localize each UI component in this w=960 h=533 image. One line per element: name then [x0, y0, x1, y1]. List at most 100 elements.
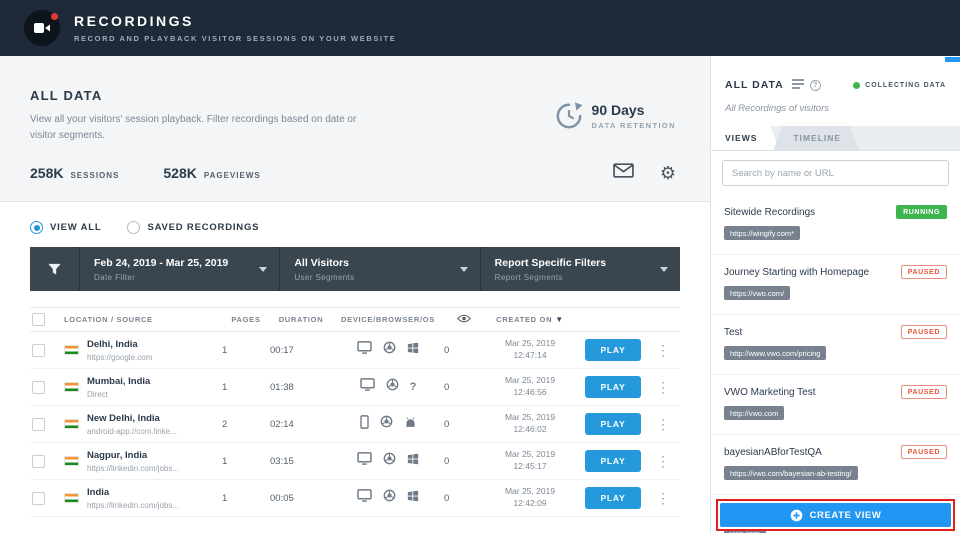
- view-item[interactable]: bayesianABforTestQA PAUSED https://vwo.c…: [711, 435, 960, 495]
- page-title: RECORDINGS: [74, 13, 194, 29]
- table-row: Mumbai, India Direct 1 01:38 ? 0 Mar 25,…: [30, 369, 680, 406]
- chrome-icon: [383, 341, 396, 359]
- row-duration: 00:17: [270, 344, 294, 356]
- row-source: https://linkedin.com/jobs...: [87, 500, 180, 510]
- play-button[interactable]: PLAY: [585, 376, 641, 398]
- tab-timeline[interactable]: TIMELINE: [773, 126, 859, 150]
- row-duration: 02:14: [270, 418, 294, 430]
- status-badge: PAUSED: [900, 265, 947, 279]
- row-view-count: 0: [444, 344, 450, 356]
- collecting-status: COLLECTING DATA: [853, 81, 946, 89]
- view-name: Sitewide Recordings: [724, 206, 816, 218]
- list-icon: [791, 76, 804, 94]
- view-item[interactable]: Sitewide Recordings RUNNING https://wing…: [711, 195, 960, 255]
- india-flag-icon: [64, 456, 79, 466]
- sessions-value: 258K: [30, 165, 64, 181]
- table-row: Delhi, India https://google.com 1 00:17 …: [30, 332, 680, 369]
- view-item[interactable]: Journey Starting with Homepage PAUSED ht…: [711, 255, 960, 315]
- row-view-count: 0: [444, 492, 450, 504]
- report-filter-value: Report Specific Filters: [494, 256, 607, 269]
- play-button[interactable]: PLAY: [585, 450, 641, 472]
- india-flag-icon: [64, 493, 79, 503]
- funnel-icon: [48, 263, 61, 275]
- col-created-on[interactable]: CREATED ON ▼: [496, 315, 564, 324]
- row-menu-icon[interactable]: ⋮: [650, 342, 676, 359]
- row-checkbox[interactable]: [32, 491, 45, 505]
- row-date: Mar 25, 2019: [504, 486, 556, 497]
- row-location: India: [87, 486, 110, 498]
- view-item[interactable]: Test PAUSED http://www.vwo.com/pricing: [711, 315, 960, 375]
- section-title: ALL DATA: [30, 88, 103, 103]
- desktop-icon: [357, 341, 372, 359]
- chrome-icon: [383, 489, 396, 507]
- recordings-logo: [24, 10, 60, 46]
- col-pages: PAGES: [231, 315, 261, 324]
- filter-funnel-button[interactable]: [30, 247, 80, 291]
- pageviews-value: 528K: [163, 165, 197, 181]
- view-item[interactable]: VWO Marketing Test PAUSED http://vwo.com: [711, 375, 960, 435]
- radio-saved-recordings[interactable]: SAVED RECORDINGS: [127, 221, 259, 234]
- view-url-tag: https://vwo.com/bayesian-ab-testing/: [724, 466, 858, 480]
- date-filter-dropdown[interactable]: Feb 24, 2019 - Mar 25, 2019 Date Filter: [80, 247, 281, 291]
- chevron-down-icon: [459, 267, 468, 272]
- views-list: Sitewide Recordings RUNNING https://wing…: [711, 195, 960, 533]
- create-view-button[interactable]: CREATE VIEW: [720, 503, 951, 527]
- data-retention: 90 Days DATA RETENTION: [555, 102, 676, 130]
- row-menu-icon[interactable]: ⋮: [650, 416, 676, 433]
- create-view-label: CREATE VIEW: [809, 509, 882, 521]
- sidebar-title: ALL DATA: [725, 79, 784, 91]
- india-flag-icon: [64, 345, 79, 355]
- plus-circle-icon: [790, 509, 802, 521]
- retention-label: DATA RETENTION: [591, 121, 676, 130]
- row-checkbox[interactable]: [32, 417, 45, 431]
- search-input[interactable]: [722, 160, 949, 186]
- status-badge: RUNNING: [896, 205, 947, 219]
- recordings-table: LOCATION / SOURCE PAGES DURATION DEVICE/…: [30, 307, 680, 517]
- row-duration: 00:05: [270, 492, 294, 504]
- row-checkbox[interactable]: [32, 343, 45, 357]
- row-menu-icon[interactable]: ⋮: [650, 453, 676, 470]
- help-icon[interactable]: ?: [809, 79, 821, 91]
- chevron-down-icon: [659, 267, 668, 272]
- row-source: https://linkedin.com/jobs...: [87, 463, 180, 473]
- section-description: View all your visitors' session playback…: [30, 114, 357, 141]
- view-name: Test: [724, 326, 743, 338]
- row-duration: 03:15: [270, 455, 294, 467]
- row-menu-icon[interactable]: ⋮: [650, 379, 676, 396]
- view-name: Journey Starting with Homepage: [724, 266, 870, 278]
- status-badge: PAUSED: [900, 445, 947, 459]
- row-checkbox[interactable]: [32, 454, 45, 468]
- row-date: Mar 25, 2019: [504, 412, 556, 423]
- collecting-label: COLLECTING DATA: [865, 81, 946, 89]
- row-checkbox[interactable]: [32, 380, 45, 394]
- retention-clock-icon: [556, 102, 582, 129]
- play-button[interactable]: PLAY: [585, 339, 641, 361]
- view-url-tag: https://wingify.com*: [724, 226, 801, 240]
- tab-views[interactable]: VIEWS: [711, 126, 779, 150]
- report-filter-label: Report Segments: [494, 272, 563, 282]
- user-segments-dropdown[interactable]: All Visitors User Segments: [280, 247, 481, 291]
- retention-value: 90 Days: [591, 102, 645, 118]
- visitors-filter-value: All Visitors: [294, 256, 349, 269]
- camera-icon: [34, 23, 50, 33]
- settings-gear-icon[interactable]: ⚙: [660, 164, 676, 182]
- row-location: Nagpur, India: [87, 449, 148, 461]
- india-flag-icon: [64, 419, 79, 429]
- email-icon[interactable]: [613, 163, 634, 183]
- saved-recordings-label: SAVED RECORDINGS: [147, 222, 260, 233]
- select-all-checkbox[interactable]: [32, 313, 45, 326]
- row-date: Mar 25, 2019: [504, 338, 556, 349]
- recording-dot-icon: [51, 13, 58, 20]
- row-time: 12:46:56: [513, 387, 547, 397]
- india-flag-icon: [64, 382, 79, 392]
- play-button[interactable]: PLAY: [585, 487, 641, 509]
- row-pages: 1: [222, 455, 228, 467]
- chevron-down-icon: [259, 267, 268, 272]
- report-segments-dropdown[interactable]: Report Specific Filters Report Segments: [481, 247, 680, 291]
- row-menu-icon[interactable]: ⋮: [650, 490, 676, 507]
- play-button[interactable]: PLAY: [585, 413, 641, 435]
- status-badge: PAUSED: [900, 325, 947, 339]
- status-dot-icon: [853, 81, 861, 89]
- chrome-icon: [386, 378, 399, 396]
- radio-view-all[interactable]: VIEW ALL: [30, 221, 101, 234]
